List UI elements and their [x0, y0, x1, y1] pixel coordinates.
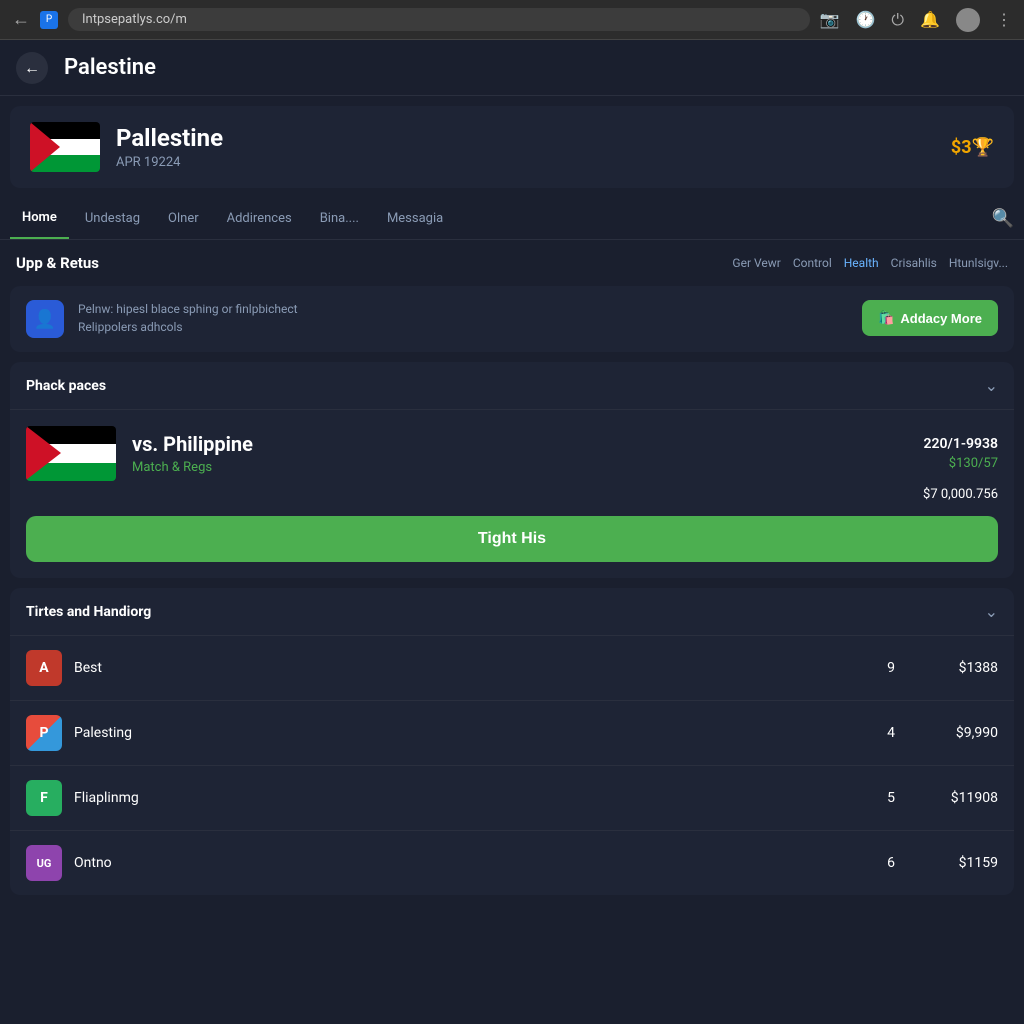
- filter-ger-vewr[interactable]: Ger Vewr: [732, 256, 780, 270]
- info-card: 👤 Pelnw: hipesl blace sphing or finlpbic…: [10, 286, 1014, 352]
- tab-bina[interactable]: Bina....: [308, 199, 371, 238]
- tab-undestag[interactable]: Undestag: [73, 199, 152, 238]
- team-banner: Pallestine APR 19224 $3🏆: [10, 106, 1014, 188]
- tab-addirences[interactable]: Addirences: [215, 199, 304, 238]
- rank-name-fliaplinmg: Fliaplinmg: [74, 790, 864, 806]
- browser-back-button[interactable]: ←: [12, 9, 30, 30]
- rank-value-ontno: $1159: [918, 855, 998, 871]
- match-total: $7 0,000.756: [26, 481, 998, 504]
- tab-messagia[interactable]: Messagia: [375, 199, 455, 238]
- match-action-button[interactable]: Tight His: [26, 516, 998, 562]
- app-back-button[interactable]: ←: [16, 52, 48, 84]
- match-odds: 220/1-9938 $130/57: [924, 436, 998, 471]
- ranking-row-palesting: P Palesting 4 $9,990: [10, 701, 1014, 766]
- tab-home[interactable]: Home: [10, 198, 69, 239]
- ranking-row-best: A Best 9 $1388: [10, 636, 1014, 701]
- match-score: 220/1-9938: [924, 436, 998, 452]
- team-name: Pallestine: [116, 124, 935, 152]
- match-section-header[interactable]: Phack paces ⌄: [10, 362, 1014, 410]
- navigation-tabs: Home Undestag Olner Addirences Bina.... …: [0, 198, 1024, 240]
- upp-section-title: Upp & Retus: [16, 254, 99, 272]
- filter-pills: Ger Vewr Control Health Crisahlis Htunls…: [732, 256, 1008, 270]
- rankings-title: Tirtes and Handiorg: [26, 604, 151, 620]
- match-vs-text: vs. Philippine: [132, 432, 908, 456]
- filter-crisahlis[interactable]: Crisahlis: [891, 256, 937, 270]
- info-text: Pelnw: hipesl blace sphing or finlpbiche…: [78, 300, 848, 336]
- team-date: APR 19224: [116, 155, 935, 170]
- rank-value-fliaplinmg: $11908: [918, 790, 998, 806]
- rank-num-best: 9: [876, 660, 906, 676]
- cast-icon[interactable]: 📷: [820, 10, 840, 29]
- app-header: ← Palestine: [0, 40, 1024, 96]
- filter-control[interactable]: Control: [793, 256, 832, 270]
- ranking-row-ontno: UG Ontno 6 $1159: [10, 831, 1014, 895]
- rank-value-palesting: $9,990: [918, 725, 998, 741]
- match-section-title: Phack paces: [26, 378, 106, 394]
- browser-url-bar[interactable]: Intpsepatlys.co/m: [68, 8, 810, 31]
- notifications-icon[interactable]: 🔔: [920, 10, 940, 29]
- rank-name-ontno: Ontno: [74, 855, 864, 871]
- browser-toolbar: 📷 🕐 ⏻ 🔔 ⋮: [820, 8, 1012, 32]
- rankings-chevron-icon: ⌄: [985, 602, 998, 621]
- rank-logo-best: A: [26, 650, 62, 686]
- rank-logo-ontno: UG: [26, 845, 62, 881]
- add-more-button[interactable]: 🛍️ Addacy More: [862, 300, 998, 336]
- match-reps-link[interactable]: Match & Regs: [132, 460, 908, 475]
- search-icon[interactable]: 🔍: [992, 208, 1014, 229]
- team-price: $3🏆: [951, 137, 994, 158]
- more-options-icon[interactable]: ⋮: [996, 10, 1012, 29]
- rank-num-ontno: 6: [876, 855, 906, 871]
- page-title: Palestine: [64, 55, 156, 80]
- match-top: vs. Philippine Match & Regs 220/1-9938 $…: [26, 426, 998, 481]
- user-icon: 👤: [26, 300, 64, 338]
- chevron-down-icon: ⌄: [985, 376, 998, 395]
- ranking-row-fliaplinmg: F Fliaplinmg 5 $11908: [10, 766, 1014, 831]
- rankings-section: Tirtes and Handiorg ⌄ A Best 9 $1388 P P…: [10, 588, 1014, 895]
- rank-name-best: Best: [74, 660, 864, 676]
- filter-health[interactable]: Health: [844, 256, 879, 270]
- rank-num-fliaplinmg: 5: [876, 790, 906, 806]
- shopping-icon: 🛍️: [878, 310, 894, 326]
- rankings-header[interactable]: Tirtes and Handiorg ⌄: [10, 588, 1014, 636]
- history-icon[interactable]: 🕐: [856, 10, 876, 29]
- user-avatar[interactable]: [956, 8, 980, 32]
- team-info: Pallestine APR 19224: [116, 124, 935, 170]
- rank-logo-palesting: P: [26, 715, 62, 751]
- rank-num-palesting: 4: [876, 725, 906, 741]
- match-amount: $130/57: [924, 456, 998, 471]
- match-section: Phack paces ⌄ vs. Philippine Match & Reg…: [10, 362, 1014, 578]
- power-icon[interactable]: ⏻: [891, 10, 904, 30]
- rank-value-best: $1388: [918, 660, 998, 676]
- team-flag: [30, 122, 100, 172]
- match-card: vs. Philippine Match & Regs 220/1-9938 $…: [10, 410, 1014, 578]
- rank-name-palesting: Palesting: [74, 725, 864, 741]
- match-flag: [26, 426, 116, 481]
- tab-olner[interactable]: Olner: [156, 199, 211, 238]
- rank-logo-fliaplinmg: F: [26, 780, 62, 816]
- browser-favicon: P: [40, 11, 58, 29]
- filter-htunlsigv[interactable]: Htunlsigv...: [949, 256, 1008, 270]
- match-details: vs. Philippine Match & Regs: [132, 432, 908, 475]
- browser-bar: ← P Intpsepatlys.co/m 📷 🕐 ⏻ 🔔 ⋮: [0, 0, 1024, 40]
- upp-section-header: Upp & Retus Ger Vewr Control Health Cris…: [0, 240, 1024, 286]
